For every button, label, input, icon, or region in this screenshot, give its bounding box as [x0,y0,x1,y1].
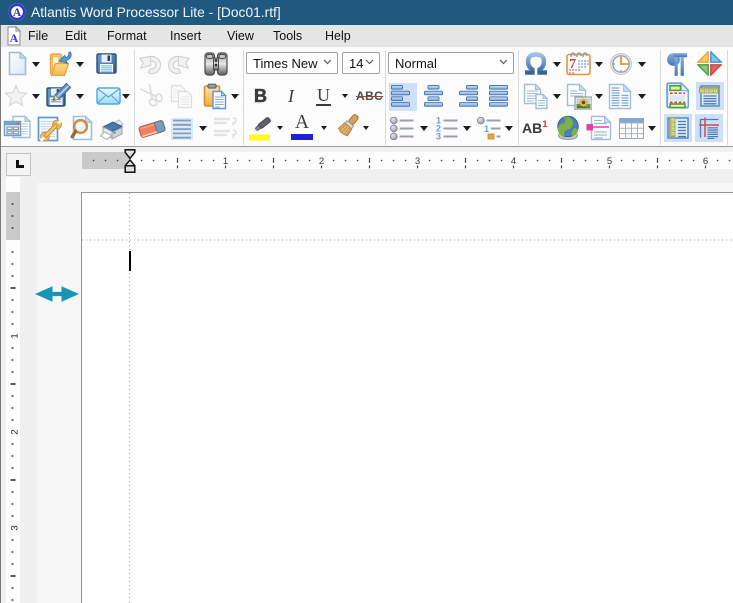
svg-text:2: 2 [319,156,324,167]
svg-text:1: 1 [484,124,489,134]
svg-text:6: 6 [703,156,708,167]
svg-text:A: A [10,31,19,45]
svg-text:1: 1 [10,333,20,338]
svg-text:3: 3 [415,156,420,167]
svg-text:3: 3 [436,132,441,141]
svg-text:3: 3 [10,525,20,530]
svg-text:7: 7 [569,56,576,71]
svg-text:5: 5 [607,156,612,167]
svg-text:4: 4 [511,156,516,167]
svg-text:A: A [13,7,22,19]
svg-text:1: 1 [223,156,228,167]
svg-text:2: 2 [10,429,20,434]
